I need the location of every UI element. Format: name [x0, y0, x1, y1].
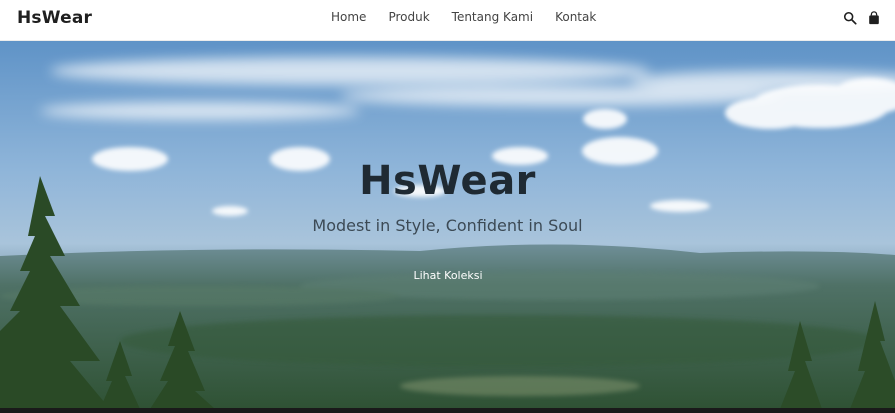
nav-link-produk[interactable]: Produk	[388, 10, 429, 24]
hero-section: HsWear Modest in Style, Confident in Sou…	[0, 41, 895, 409]
nav-link-tentang-kami[interactable]: Tentang Kami	[452, 10, 533, 24]
main-nav: Home Produk Tentang Kami Kontak	[331, 10, 596, 24]
view-collection-button[interactable]: Lihat Koleksi	[396, 263, 500, 289]
header-actions	[843, 11, 881, 25]
bottom-divider	[0, 408, 895, 413]
hero-tagline: Modest in Style, Confident in Soul	[312, 216, 583, 235]
search-icon[interactable]	[843, 11, 857, 25]
shopping-bag-icon[interactable]	[867, 11, 881, 25]
nav-link-kontak[interactable]: Kontak	[555, 10, 596, 24]
brand-logo[interactable]: HsWear	[17, 8, 92, 28]
hero-content: HsWear Modest in Style, Confident in Sou…	[0, 41, 895, 409]
top-navbar: HsWear Home Produk Tentang Kami Kontak	[0, 0, 895, 41]
hero-title: HsWear	[359, 158, 536, 204]
nav-link-home[interactable]: Home	[331, 10, 366, 24]
